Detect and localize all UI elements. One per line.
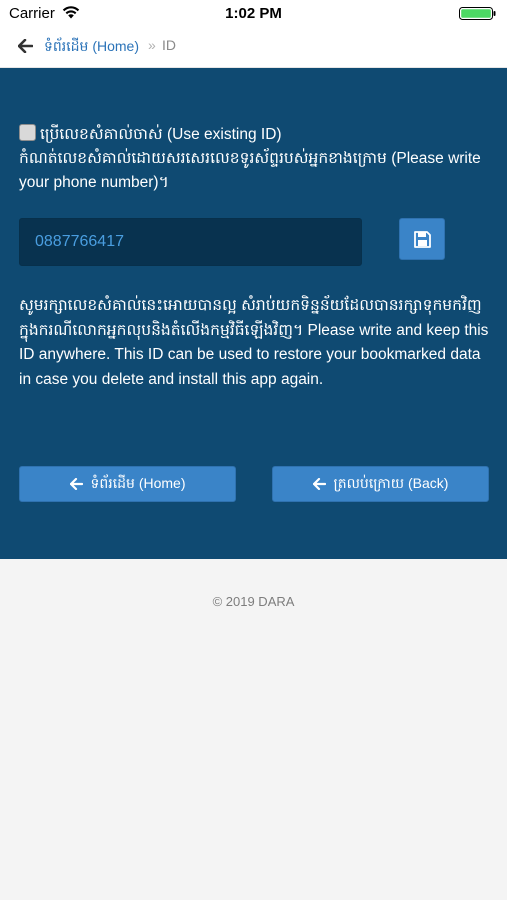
back-button-label: ត្រលប់ក្រោយ (Back) bbox=[333, 474, 449, 491]
arrow-left-icon bbox=[69, 478, 83, 490]
breadcrumb-separator: » bbox=[148, 37, 156, 53]
status-bar: Carrier 1:02 PM bbox=[0, 0, 507, 26]
battery-icon bbox=[459, 7, 496, 20]
home-button[interactable]: ទំព័រដើម (Home) bbox=[19, 466, 236, 502]
breadcrumb-current: ID bbox=[162, 37, 176, 53]
home-button-label: ទំព័រដើម (Home) bbox=[90, 474, 186, 491]
breadcrumb: ទំព័រដើម (Home) » ID bbox=[0, 26, 507, 68]
save-button[interactable] bbox=[399, 218, 445, 260]
breadcrumb-home-link[interactable]: ទំព័រដើម (Home) bbox=[44, 37, 139, 58]
back-arrow-icon[interactable] bbox=[18, 39, 33, 53]
id-note: សូមរក្សាលេខសំគាល់នេះអោយបានល្អ សំរាប់យកទិ… bbox=[19, 297, 489, 388]
instruction-text: កំណត់លេខសំគាល់ដោយសរសេរលេខទូរស័ព្ទរបស់អ្ន… bbox=[19, 150, 481, 191]
use-existing-row: ប្រើលេខសំគាល់ចាស់ (Use existing ID) កំណត… bbox=[19, 123, 489, 195]
id-input[interactable] bbox=[19, 218, 362, 266]
arrow-left-icon bbox=[312, 478, 326, 490]
use-existing-label[interactable]: ប្រើលេខសំគាល់ចាស់ (Use existing ID) bbox=[40, 126, 282, 143]
id-panel: ប្រើលេខសំគាល់ចាស់ (Use existing ID) កំណត… bbox=[0, 68, 507, 559]
clock: 1:02 PM bbox=[225, 5, 282, 22]
back-button[interactable]: ត្រលប់ក្រោយ (Back) bbox=[272, 466, 489, 502]
floppy-disk-icon bbox=[414, 231, 431, 248]
footer-copyright: © 2019 DARA bbox=[212, 594, 295, 609]
use-existing-checkbox[interactable] bbox=[19, 124, 36, 141]
